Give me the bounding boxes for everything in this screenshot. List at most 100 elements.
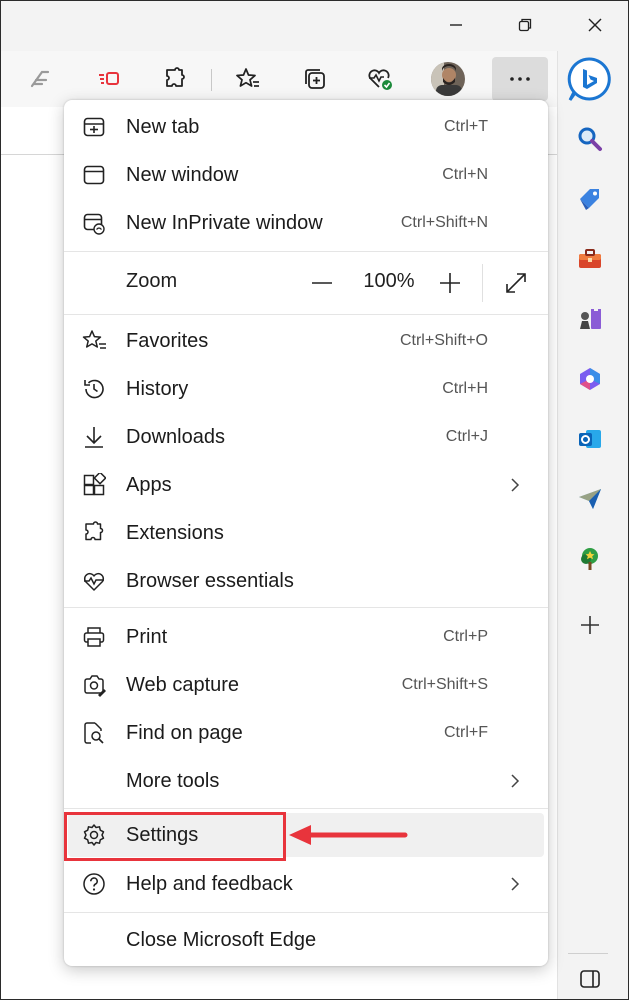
zoom-out-button[interactable]	[302, 263, 342, 303]
tree-icon[interactable]	[572, 541, 608, 577]
annotation-highlight-box	[64, 812, 286, 861]
menu-item-apps[interactable]: Apps	[68, 463, 544, 507]
menu-item-history[interactable]: History Ctrl+H	[68, 367, 544, 411]
menu-item-label: Extensions	[126, 521, 224, 544]
apps-icon	[82, 473, 106, 497]
zoom-in-button[interactable]	[430, 263, 470, 303]
sidebar-divider	[568, 953, 608, 954]
sidebar-toggle-icon[interactable]	[572, 961, 608, 997]
expand-icon	[506, 273, 526, 293]
menu-item-label: New tab	[126, 115, 200, 138]
minus-icon	[312, 282, 332, 284]
menu-item-favorites[interactable]: Favorites Ctrl+Shift+O	[68, 319, 544, 363]
web-capture-icon	[82, 673, 106, 697]
menu-item-shortcut: Ctrl+N	[442, 166, 488, 183]
menu-item-close-microsoft-edge[interactable]: Close Microsoft Edge	[68, 918, 544, 962]
new-window-icon	[82, 163, 106, 187]
zoom-row: Zoom 100%	[68, 256, 544, 310]
minimize-icon[interactable]	[438, 7, 474, 43]
menu-item-label: New window	[126, 163, 239, 186]
menu-item-shortcut: Ctrl+Shift+S	[401, 676, 488, 693]
menu-item-web-capture[interactable]: Web capture Ctrl+Shift+S	[68, 663, 544, 707]
plus-icon	[440, 273, 460, 293]
more-menu-icon	[510, 77, 530, 81]
menu-item-more-tools[interactable]: More tools	[68, 759, 544, 803]
help-icon	[82, 872, 106, 896]
browser-essentials-icon	[82, 569, 106, 593]
collections-icon[interactable]	[293, 57, 337, 101]
shopping-tag-icon[interactable]	[572, 181, 608, 217]
sidebar	[557, 51, 628, 999]
menu-item-label: Print	[126, 625, 168, 648]
menu-item-help-and-feedback[interactable]: Help and feedback	[68, 862, 544, 906]
browser-essentials-icon[interactable]	[358, 57, 402, 101]
bing-copilot-icon[interactable]	[564, 55, 614, 105]
restore-icon[interactable]	[507, 7, 543, 43]
menu-item-label: Find on page	[126, 721, 243, 744]
add-icon[interactable]	[572, 607, 608, 643]
menu-item-new-inprivate-window[interactable]: New InPrivate window Ctrl+Shift+N	[68, 201, 544, 245]
menu-separator	[64, 251, 548, 252]
menu-separator	[64, 607, 548, 608]
close-icon[interactable]	[577, 7, 613, 43]
title-bar	[1, 1, 628, 49]
browser-window: New tab Ctrl+T New window Ctrl+N New InP…	[0, 0, 629, 1000]
zoom-separator	[482, 264, 483, 302]
extensions-icon	[82, 521, 106, 545]
find-on-page-icon	[82, 721, 106, 745]
drop-send-icon[interactable]	[572, 481, 608, 517]
printer-icon	[82, 625, 106, 649]
toolbar	[1, 51, 628, 107]
chevron-right-icon	[506, 875, 524, 893]
menu-item-shortcut: Ctrl+Shift+N	[400, 214, 488, 231]
menu-item-label: Help and feedback	[126, 872, 293, 895]
search-icon[interactable]	[572, 121, 608, 157]
inprivate-icon	[82, 211, 106, 235]
favorites-icon[interactable]	[226, 57, 270, 101]
menu-item-label: Web capture	[126, 673, 240, 696]
menu-item-label: Favorites	[126, 329, 209, 352]
new-tab-icon	[82, 115, 106, 139]
menu-item-print[interactable]: Print Ctrl+P	[68, 615, 544, 659]
download-icon	[82, 425, 106, 449]
tab-actions-icon[interactable]	[87, 57, 131, 101]
menu-item-label: Apps	[126, 473, 172, 496]
menu-item-shortcut: Ctrl+Shift+O	[399, 332, 488, 349]
menu-item-label: New InPrivate window	[126, 211, 323, 234]
extensions-icon[interactable]	[153, 57, 197, 101]
history-icon	[82, 377, 106, 401]
tools-icon[interactable]	[572, 241, 608, 277]
menu-item-label: Browser essentials	[126, 569, 294, 592]
menu-item-shortcut: Ctrl+J	[445, 428, 488, 445]
zoom-level: 100%	[363, 270, 415, 292]
menu-item-shortcut: Ctrl+H	[442, 380, 488, 397]
menu-item-shortcut: Ctrl+P	[443, 628, 488, 645]
menu-item-label: Downloads	[126, 425, 225, 448]
outlook-icon[interactable]	[572, 421, 608, 457]
menu-item-new-window[interactable]: New window Ctrl+N	[68, 153, 544, 197]
games-icon[interactable]	[572, 301, 608, 337]
menu-item-find-on-page[interactable]: Find on page Ctrl+F	[68, 711, 544, 755]
menu-separator	[64, 912, 548, 913]
menu-item-downloads[interactable]: Downloads Ctrl+J	[68, 415, 544, 459]
zoom-label: Zoom	[126, 270, 178, 292]
chevron-right-icon	[506, 476, 524, 494]
read-aloud-icon[interactable]	[19, 57, 63, 101]
annotation-arrow	[289, 825, 408, 845]
menu-item-shortcut: Ctrl+F	[444, 724, 488, 741]
toolbar-separator	[211, 69, 212, 91]
menu-item-label: More tools	[126, 769, 220, 792]
menu-separator	[64, 808, 548, 809]
menu-item-label: Close Microsoft Edge	[126, 928, 317, 951]
microsoft-365-icon[interactable]	[572, 361, 608, 397]
profile-avatar[interactable]	[426, 57, 470, 101]
menu-item-extensions[interactable]: Extensions	[68, 511, 544, 555]
more-menu-button[interactable]	[492, 57, 548, 101]
menu-separator	[64, 314, 548, 315]
favorites-icon	[82, 329, 106, 353]
menu-item-shortcut: Ctrl+T	[444, 118, 488, 135]
chevron-right-icon	[506, 772, 524, 790]
menu-item-new-tab[interactable]: New tab Ctrl+T	[68, 105, 544, 149]
full-screen-button[interactable]	[496, 263, 536, 303]
menu-item-browser-essentials[interactable]: Browser essentials	[68, 559, 544, 603]
